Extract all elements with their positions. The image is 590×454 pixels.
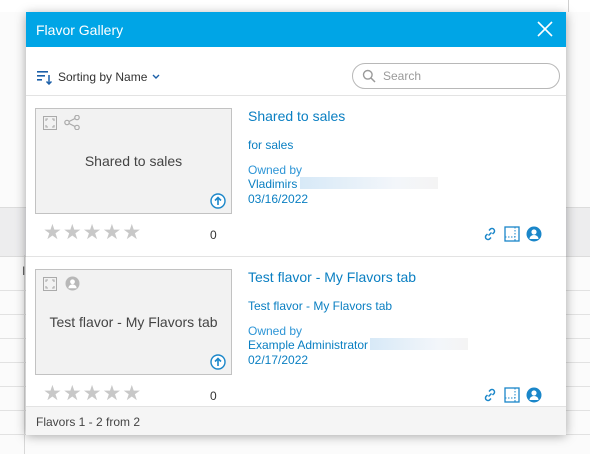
- upload-icon[interactable]: [210, 193, 226, 209]
- pagination-status: Flavors 1 - 2 from 2: [36, 415, 141, 429]
- upload-icon[interactable]: [210, 354, 226, 370]
- user-icon[interactable]: [526, 226, 542, 242]
- star-icon[interactable]: ★: [102, 383, 121, 405]
- flavor-name-link[interactable]: Shared to sales: [248, 108, 345, 124]
- star-icon[interactable]: ★: [83, 383, 102, 405]
- redacted-area: [370, 338, 468, 350]
- rating-count: 0: [210, 228, 217, 242]
- flavor-thumbnail[interactable]: Test flavor - My Flavors tab: [35, 269, 232, 375]
- item-actions: [476, 226, 542, 242]
- flavor-description: Test flavor - My Flavors tab: [248, 299, 393, 313]
- dialog-title: Flavor Gallery: [36, 22, 124, 38]
- background-divider: [568, 0, 569, 12]
- star-icon[interactable]: ★: [63, 383, 82, 405]
- star-icon[interactable]: ★: [102, 222, 121, 244]
- sort-dropdown[interactable]: Sorting by Name: [36, 67, 160, 87]
- grid-icon[interactable]: [504, 387, 520, 403]
- owned-by-label: Owned by: [248, 324, 303, 338]
- owner-name: Example Administrator: [248, 338, 369, 352]
- gallery-footer: Flavors 1 - 2 from 2: [26, 406, 566, 435]
- star-rating[interactable]: ★ ★ ★ ★ ★: [43, 383, 142, 405]
- flavor-item: Test flavor - My Flavors tab ★ ★ ★ ★ ★ 0…: [26, 257, 566, 418]
- star-icon[interactable]: ★: [63, 222, 82, 244]
- close-icon[interactable]: [534, 18, 556, 40]
- star-icon[interactable]: ★: [122, 383, 141, 405]
- dialog-titlebar: Flavor Gallery: [26, 12, 566, 47]
- star-icon[interactable]: ★: [43, 383, 62, 405]
- redacted-area: [300, 177, 438, 189]
- flavor-name-link[interactable]: Test flavor - My Flavors tab: [248, 269, 416, 285]
- sort-icon: [37, 71, 52, 85]
- rating-count: 0: [210, 389, 217, 403]
- gallery-toolbar: Sorting by Name: [26, 47, 566, 96]
- search-icon: [362, 69, 376, 83]
- background-column-label: I: [22, 264, 26, 278]
- star-icon[interactable]: ★: [83, 222, 102, 244]
- thumbnail-title: Shared to sales: [84, 152, 183, 169]
- flavor-date: 02/17/2022: [248, 353, 309, 367]
- search-input[interactable]: [381, 68, 545, 84]
- search-box: [352, 63, 560, 89]
- flavor-description: for sales: [248, 138, 294, 152]
- flavor-item: Shared to sales ★ ★ ★ ★ ★ 0 Shared to sa…: [26, 96, 566, 257]
- item-actions: [476, 387, 542, 403]
- background-column-divider: [24, 255, 25, 454]
- flavor-date: 03/16/2022: [248, 192, 309, 206]
- star-icon[interactable]: ★: [43, 222, 62, 244]
- link-icon[interactable]: [482, 387, 498, 403]
- flavor-gallery-dialog: Flavor Gallery Sorting by Name Search Sh…: [26, 12, 566, 435]
- sort-label: Sorting by Name: [58, 70, 148, 84]
- link-icon[interactable]: [482, 226, 498, 242]
- chevron-down-icon: [152, 74, 160, 79]
- owned-by-label: Owned by: [248, 163, 303, 177]
- flavor-thumbnail[interactable]: Shared to sales: [35, 108, 232, 214]
- star-rating[interactable]: ★ ★ ★ ★ ★: [43, 222, 142, 244]
- user-icon[interactable]: [526, 387, 542, 403]
- owner-name: Vladimirs: [248, 177, 298, 191]
- grid-icon[interactable]: [504, 226, 520, 242]
- thumbnail-title: Test flavor - My Flavors tab: [49, 313, 218, 330]
- star-icon[interactable]: ★: [122, 222, 141, 244]
